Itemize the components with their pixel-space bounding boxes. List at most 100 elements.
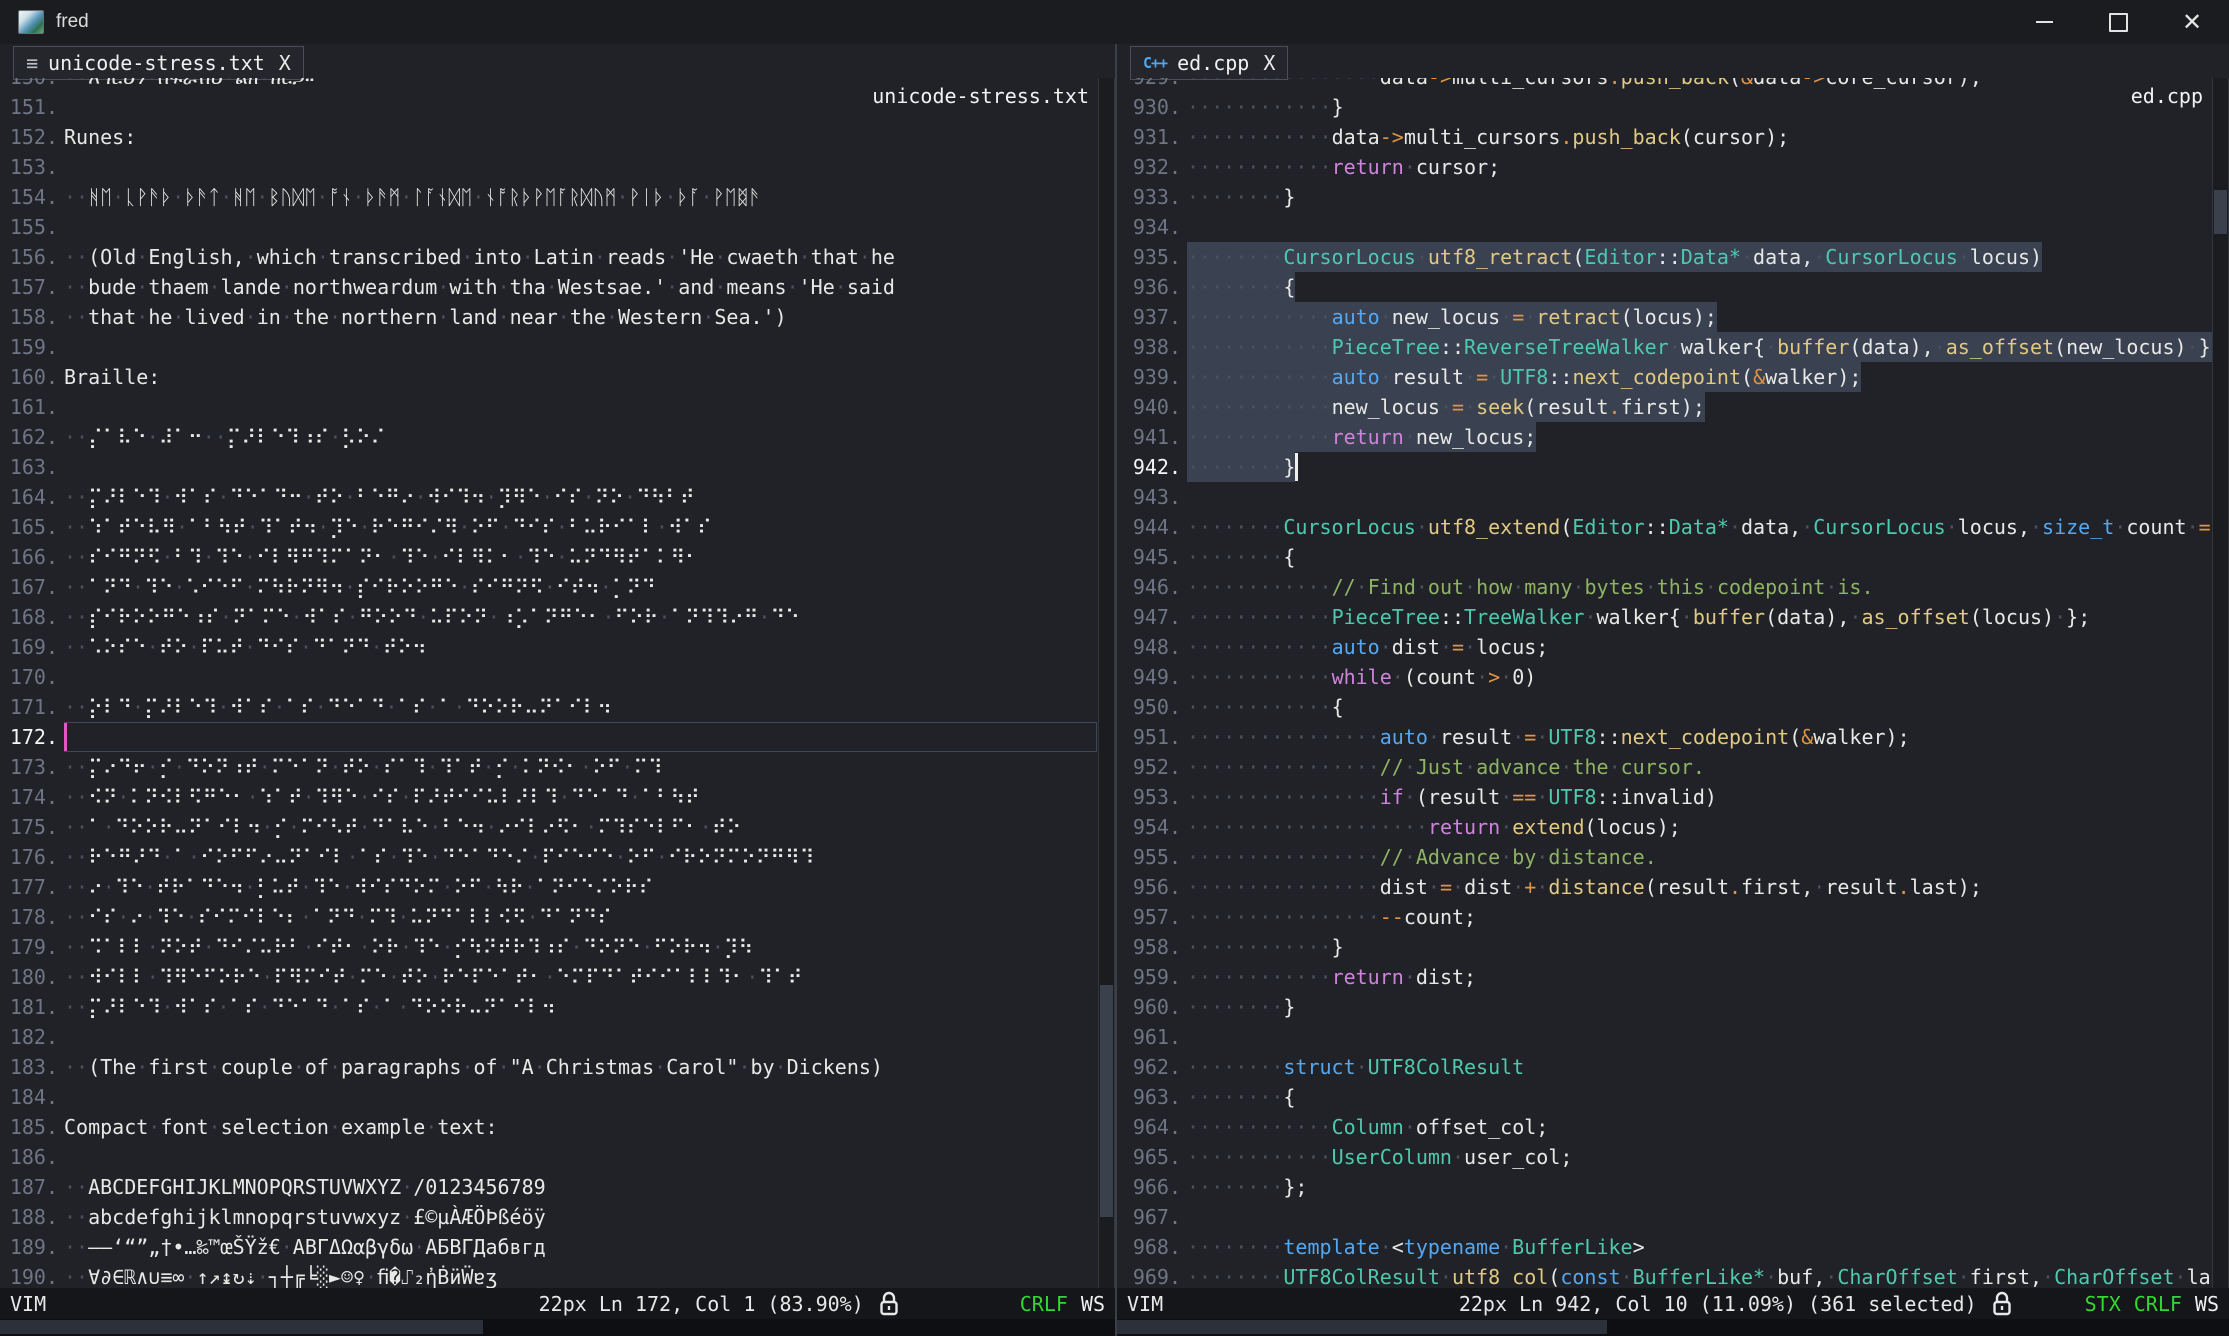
code-line[interactable]: 179.··⠩⠁⠇⠇·⠝⠕⠞·⠙⠊⠌⠥⠗⠃·⠊⠞⠂·⠕⠗·⠹⠑·⡊⠳⠝⠞⠗⠹⠰⠎… [0, 932, 1097, 962]
code-line[interactable]: 947.············PieceTree::TreeWalker·wa… [1123, 602, 2211, 632]
code-line[interactable]: 169.··⠡⠕⠎⠑·⠞⠕·⠏⠥⠞·⠙⠊⠎·⠙⠁⠝⠙·⠞⠕⠲ [0, 632, 1097, 662]
code-line[interactable]: 953.················if·(result·==·UTF8::… [1123, 782, 2211, 812]
code-line[interactable]: 189.··–—‘“”„†•…‰™œŠŸž€·ΑΒΓΔΩαβγδω·АБВГДа… [0, 1232, 1097, 1262]
code-line[interactable]: 960.········} [1123, 992, 2211, 1022]
code-line[interactable]: 936.········{ [1123, 272, 2211, 302]
right-vscroll-thumb[interactable] [2214, 190, 2227, 234]
tab-ed-cpp[interactable]: C++ ed.cpp X [1130, 46, 1288, 80]
code-line[interactable]: 166.··⠎⠊⠛⠝⠫·⠃⠹·⠹⠑·⠊⠇⠻⠛⠹⠍⠁⠝⠂·⠹⠑·⠊⠇⠻⠅⠂·⠹⠑·… [0, 542, 1097, 572]
code-line[interactable]: 167.··⠁⠝⠙·⠹⠑·⠡⠊⠑⠋·⠍⠳⠗⠝⠻⠲·⡎⠊⠗⠕⠕⠛⠑·⠎⠊⠛⠝⠫·⠊… [0, 572, 1097, 602]
right-horizontal-scrollbar[interactable] [1117, 1319, 2229, 1336]
code-line[interactable]: 188.··abcdefghijklmnopqrstuvwxyz·£©µÀÆÖÞ… [0, 1202, 1097, 1232]
code-line[interactable]: 958.············} [1123, 932, 2211, 962]
code-line[interactable]: 950.············{ [1123, 692, 2211, 722]
code-line[interactable]: 943. [1123, 482, 2211, 512]
code-line[interactable]: 955.················//·Advance·by·distan… [1123, 842, 2211, 872]
code-line[interactable]: 186. [0, 1142, 1097, 1172]
code-line[interactable]: 930.············} [1123, 92, 2211, 122]
code-line[interactable]: 931.············data->multi_cursors.push… [1123, 122, 2211, 152]
code-line[interactable]: 944.········CursorLocus·utf8_extend(Edit… [1123, 512, 2211, 542]
maximize-button[interactable] [2081, 0, 2155, 44]
code-line[interactable]: 187.··ABCDEFGHIJKLMNOPQRSTUVWXYZ·/012345… [0, 1172, 1097, 1202]
code-line[interactable]: 952.················//·Just·advance·the·… [1123, 752, 2211, 782]
code-line[interactable]: 178.··⠊⠎·⠔·⠹⠑·⠎⠊⠍⠊⠇⠑⠆·⠁⠝⠙·⠍⠹·⠥⠝⠙⠁⠇⠇⠪⠫·⠙⠁… [0, 902, 1097, 932]
code-line[interactable]: 966.········}; [1123, 1172, 2211, 1202]
code-line[interactable]: 184. [0, 1082, 1097, 1112]
left-hscroll-thumb[interactable] [0, 1320, 483, 1334]
minimize-button[interactable] [2007, 0, 2081, 44]
code-line[interactable]: 942.········} [1123, 452, 2211, 482]
close-button[interactable]: ✕ [2155, 0, 2229, 44]
whitespace-dot: · [64, 1175, 76, 1199]
code-line[interactable]: 157.··bude·thaem·lande·northweardum·with… [0, 272, 1097, 302]
code-line[interactable]: 946.············//·Find·out·how·many·byt… [1123, 572, 2211, 602]
code-line[interactable]: 961. [1123, 1022, 2211, 1052]
code-line[interactable]: 172. [0, 722, 1097, 752]
right-editor[interactable]: ed.cpp 929.················data->multi_c… [1117, 78, 2229, 1288]
code-line[interactable]: 933.········} [1123, 182, 2211, 212]
code-line[interactable]: 949.············while·(count·>·0) [1123, 662, 2211, 692]
code-line[interactable]: 164.··⡍⠜⠇⠑⠹·⠺⠁⠎·⠙⠑⠁⠙⠒·⠞⠕·⠃⠑⠛⠔·⠺⠊⠹⠲·⡹⠻⠑·⠊… [0, 482, 1097, 512]
code-line[interactable]: 967. [1123, 1202, 2211, 1232]
code-line[interactable]: 161. [0, 392, 1097, 422]
code-line[interactable]: 160.Braille: [0, 362, 1097, 392]
code-line[interactable]: 156.··(Old·English,·which·transcribed·in… [0, 242, 1097, 272]
code-line[interactable]: 183.··(The·first·couple·of·paragraphs·of… [0, 1052, 1097, 1082]
code-line[interactable]: 176.··⠗⠑⠛⠜⠙·⠁·⠊⠕⠋⠋⠔⠤⠝⠁⠊⠇·⠁⠎·⠹⠑·⠙⠑⠁⠙⠑⠌·⠏⠊… [0, 842, 1097, 872]
code-line[interactable]: 965.············UserColumn·user_col; [1123, 1142, 2211, 1172]
tab-close-icon[interactable]: X [1263, 51, 1275, 75]
left-horizontal-scrollbar[interactable] [0, 1319, 1115, 1336]
code-line[interactable]: 175.··⠁·⠙⠕⠕⠗⠤⠝⠁⠊⠇⠲·⡊·⠍⠊⠣⠞·⠙⠁⠧⠑·⠃⠑⠲·⠔⠊⠇⠔⠫… [0, 812, 1097, 842]
whitespace-dot: · [1271, 635, 1283, 659]
code-line[interactable]: 154.··ᚻᛖ·ᚳᚹᚫᚦ·ᚦᚫᛏ·ᚻᛖ·ᛒᚢᛞᛖ·ᚩᚾ·ᚦᚫᛗ·ᛚᚪᚾᛞᛖ·ᚾ… [0, 182, 1097, 212]
code-line[interactable]: 158.··that·he·lived·in·the·northern·land… [0, 302, 1097, 332]
left-vertical-scrollbar[interactable] [1098, 78, 1115, 1288]
code-line[interactable]: 170. [0, 662, 1097, 692]
code-line[interactable]: 180.··⠺⠊⠇⠇·⠹⠻⠑⠋⠕⠗⠑·⠏⠻⠍⠊⠞·⠍⠑·⠞⠕·⠗⠑⠏⠑⠁⠞⠂·⠑… [0, 962, 1097, 992]
code-line[interactable]: 956.················dist·=·dist·+·distan… [1123, 872, 2211, 902]
code-line[interactable]: 163. [0, 452, 1097, 482]
code-line[interactable]: 929.················data->multi_cursors.… [1123, 78, 2211, 92]
code-line[interactable]: 969.········UTF8ColResult·utf8_col(const… [1123, 1262, 2211, 1288]
code-line[interactable]: 962.········struct·UTF8ColResult [1123, 1052, 2211, 1082]
code-line[interactable]: 152.Runes: [0, 122, 1097, 152]
code-line[interactable]: 940.············new_locus·=·seek(result.… [1123, 392, 2211, 422]
code-line[interactable]: 954.····················return·extend(lo… [1123, 812, 2211, 842]
code-line[interactable]: 937.············auto·new_locus·=·retract… [1123, 302, 2211, 332]
left-vscroll-thumb[interactable] [1100, 985, 1113, 1217]
code-line[interactable]: 959.············return·dist; [1123, 962, 2211, 992]
code-line[interactable]: 968.········template·<typename·BufferLik… [1123, 1232, 2211, 1262]
code-line[interactable]: 168.··⡎⠊⠗⠕⠕⠛⠑⠰⠎·⠝⠁⠍⠑·⠺⠁⠎·⠛⠕⠕⠙·⠥⠏⠕⠝·⠰⡡⠁⠝⠛… [0, 602, 1097, 632]
code-line[interactable]: 185.Compact·font·selection·example·text: [0, 1112, 1097, 1142]
code-line[interactable]: 181.··⡍⠜⠇⠑⠹·⠺⠁⠎·⠁⠎·⠙⠑⠁⠙·⠁⠎·⠁·⠙⠕⠕⠗⠤⠝⠁⠊⠇⠲ [0, 992, 1097, 1022]
code-line[interactable]: 948.············auto·dist·=·locus; [1123, 632, 2211, 662]
code-line[interactable]: 171.··⡕⠇⠙·⡍⠜⠇⠑⠹·⠺⠁⠎·⠁⠎·⠙⠑⠁⠙·⠁⠎·⠁·⠙⠕⠕⠗⠤⠝⠁… [0, 692, 1097, 722]
left-editor[interactable]: unicode-stress.txt 150.··እግርህን·በፍራሽህ·ልክ·… [0, 78, 1115, 1288]
whitespace-dot: · [758, 605, 770, 629]
code-line[interactable]: 165.··⠱⠁⠞⠑⠧⠻·⠁⠃⠳⠞·⠹⠁⠞⠲·⡹⠑·⠗⠑⠛⠊⠌⠻·⠕⠋·⠙⠊⠎·… [0, 512, 1097, 542]
code-line[interactable]: 174.··⠪⠝·⠅⠝⠪⠇⠫⠛⠑⠂·⠱⠁⠞·⠹⠻⠑·⠊⠎·⠏⠜⠞⠊⠊⠥⠇⠜⠇⠹·… [0, 782, 1097, 812]
code-line[interactable]: 938.············PieceTree::ReverseTreeWa… [1123, 332, 2211, 362]
code-line[interactable]: 153. [0, 152, 1097, 182]
code-line[interactable]: 162.··⡌⠁⠧⠑·⠼⠁⠒··⡍⠜⠇⠑⠹⠰⠎·⡣⠕⠌ [0, 422, 1097, 452]
right-hscroll-thumb[interactable] [1117, 1320, 1607, 1334]
code-line[interactable]: 177.··⠔·⠹⠑·⠞⠗⠁⠙⠑⠲·⡃⠥⠞·⠹⠑·⠺⠊⠎⠙⠕⠍·⠕⠋·⠳⠗·⠁⠝… [0, 872, 1097, 902]
code-line[interactable]: 932.············return·cursor; [1123, 152, 2211, 182]
code-line[interactable]: 935.········CursorLocus·utf8_retract(Edi… [1123, 242, 2211, 272]
code-line[interactable]: 159. [0, 332, 1097, 362]
code-line[interactable]: 182. [0, 1022, 1097, 1052]
code-line[interactable]: 939.············auto·result·=·UTF8::next… [1123, 362, 2211, 392]
code-line[interactable]: 190.··∀∂∈ℝ∧∪≡∞·↑↗↨↻⇣·┐┼╔╘░►☺♀·ﬁ�⑀₂ἠḂӥẄɐʒ [0, 1262, 1097, 1288]
code-line[interactable]: 155. [0, 212, 1097, 242]
right-vertical-scrollbar[interactable] [2212, 78, 2229, 1288]
code-line[interactable]: 963.········{ [1123, 1082, 2211, 1112]
code-line[interactable]: 173.··⡍⠔⠙⠖·⡊·⠙⠕⠝⠰⠞·⠍⠑⠁⠝·⠞⠕·⠎⠁⠹·⠹⠁⠞·⡊·⠅⠝⠪… [0, 752, 1097, 782]
tab-close-icon[interactable]: X [279, 51, 291, 75]
code-line[interactable]: 945.········{ [1123, 542, 2211, 572]
code-line[interactable]: 957.················--count; [1123, 902, 2211, 932]
code-line[interactable]: 941.············return·new_locus; [1123, 422, 2211, 452]
tab-unicode-stress[interactable]: ≡ unicode-stress.txt X [13, 46, 304, 80]
code-line[interactable]: 951.················auto·result·=·UTF8::… [1123, 722, 2211, 752]
code-line[interactable]: 934. [1123, 212, 2211, 242]
code-line[interactable]: 964.············Column·offset_col; [1123, 1112, 2211, 1142]
